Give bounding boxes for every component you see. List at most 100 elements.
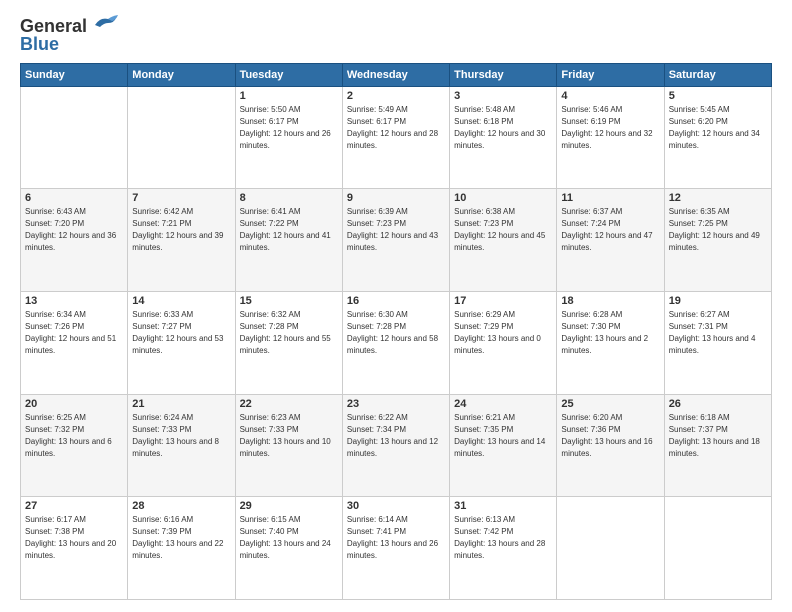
calendar-cell: 20Sunrise: 6:25 AMSunset: 7:32 PMDayligh… (21, 394, 128, 497)
header: General Blue (20, 16, 772, 55)
day-info: Sunrise: 6:34 AMSunset: 7:26 PMDaylight:… (25, 309, 123, 357)
day-info: Sunrise: 5:45 AMSunset: 6:20 PMDaylight:… (669, 104, 767, 152)
day-info: Sunrise: 6:32 AMSunset: 7:28 PMDaylight:… (240, 309, 338, 357)
calendar-cell: 25Sunrise: 6:20 AMSunset: 7:36 PMDayligh… (557, 394, 664, 497)
day-info: Sunrise: 6:43 AMSunset: 7:20 PMDaylight:… (25, 206, 123, 254)
calendar-cell: 21 Sunrise: 6:24 AMSunset: 7:33 PMDayligh… (128, 394, 235, 497)
calendar-cell: 24Sunrise: 6:21 AMSunset: 7:35 PMDayligh… (450, 394, 557, 497)
calendar-cell: 5 Sunrise: 5:45 AMSunset: 6:20 PMDaylight… (664, 86, 771, 189)
calendar-cell: 7 Sunrise: 6:42 AMSunset: 7:21 PMDaylight… (128, 189, 235, 292)
day-number: 29 (240, 500, 338, 512)
day-number: 15 (240, 295, 338, 307)
day-number: 9 (347, 192, 445, 204)
calendar-cell: 29Sunrise: 6:15 AMSunset: 7:40 PMDayligh… (235, 497, 342, 600)
calendar-week-row: 27 Sunrise: 6:17 AMSunset: 7:38 PMDayligh… (21, 497, 772, 600)
day-number: 19 (669, 295, 767, 307)
day-info: Sunrise: 6:29 AMSunset: 7:29 PMDaylight:… (454, 309, 552, 357)
day-number: 31 (454, 500, 552, 512)
day-info: Sunrise: 6:28 AMSunset: 7:30 PMDaylight:… (561, 309, 659, 357)
calendar-cell: 12 Sunrise: 6:35 AMSunset: 7:25 PMDayligh… (664, 189, 771, 292)
calendar-cell: 23 Sunrise: 6:22 AMSunset: 7:34 PMDayligh… (342, 394, 449, 497)
day-number: 13 (25, 295, 123, 307)
day-info: Sunrise: 6:33 AMSunset: 7:27 PMDaylight:… (132, 309, 230, 357)
day-info: Sunrise: 6:22 AMSunset: 7:34 PMDaylight:… (347, 412, 445, 460)
day-info: Sunrise: 6:16 AMSunset: 7:39 PMDaylight:… (132, 514, 230, 562)
calendar-week-row: 20Sunrise: 6:25 AMSunset: 7:32 PMDayligh… (21, 394, 772, 497)
weekday-header: Friday (557, 63, 664, 86)
day-number: 5 (669, 90, 767, 102)
day-info: Sunrise: 6:38 AMSunset: 7:23 PMDaylight:… (454, 206, 552, 254)
calendar-cell: 15 Sunrise: 6:32 AMSunset: 7:28 PMDayligh… (235, 291, 342, 394)
day-number: 7 (132, 192, 230, 204)
day-number: 27 (25, 500, 123, 512)
day-number: 21 (132, 398, 230, 410)
day-number: 14 (132, 295, 230, 307)
calendar-cell: 10 Sunrise: 6:38 AMSunset: 7:23 PMDayligh… (450, 189, 557, 292)
day-number: 28 (132, 500, 230, 512)
day-info: Sunrise: 6:42 AMSunset: 7:21 PMDaylight:… (132, 206, 230, 254)
weekday-header: Sunday (21, 63, 128, 86)
day-info: Sunrise: 6:13 AMSunset: 7:42 PMDaylight:… (454, 514, 552, 562)
day-info: Sunrise: 6:24 AMSunset: 7:33 PMDaylight:… (132, 412, 230, 460)
day-info: Sunrise: 6:30 AMSunset: 7:28 PMDaylight:… (347, 309, 445, 357)
day-number: 10 (454, 192, 552, 204)
day-number: 3 (454, 90, 552, 102)
day-number: 4 (561, 90, 659, 102)
weekday-header: Wednesday (342, 63, 449, 86)
calendar-cell (557, 497, 664, 600)
day-number: 1 (240, 90, 338, 102)
day-number: 17 (454, 295, 552, 307)
calendar-cell: 30 Sunrise: 6:14 AMSunset: 7:41 PMDayligh… (342, 497, 449, 600)
day-number: 12 (669, 192, 767, 204)
day-info: Sunrise: 6:27 AMSunset: 7:31 PMDaylight:… (669, 309, 767, 357)
calendar-cell: 28 Sunrise: 6:16 AMSunset: 7:39 PMDayligh… (128, 497, 235, 600)
logo: General Blue (20, 16, 120, 55)
calendar-cell: 17 Sunrise: 6:29 AMSunset: 7:29 PMDayligh… (450, 291, 557, 394)
day-number: 18 (561, 295, 659, 307)
calendar-cell: 16 Sunrise: 6:30 AMSunset: 7:28 PMDayligh… (342, 291, 449, 394)
day-number: 16 (347, 295, 445, 307)
day-info: Sunrise: 6:39 AMSunset: 7:23 PMDaylight:… (347, 206, 445, 254)
day-info: Sunrise: 6:14 AMSunset: 7:41 PMDaylight:… (347, 514, 445, 562)
day-number: 30 (347, 500, 445, 512)
calendar-cell: 3Sunrise: 5:48 AMSunset: 6:18 PMDaylight… (450, 86, 557, 189)
weekday-header: Thursday (450, 63, 557, 86)
day-info: Sunrise: 6:41 AMSunset: 7:22 PMDaylight:… (240, 206, 338, 254)
day-number: 23 (347, 398, 445, 410)
day-info: Sunrise: 5:50 AMSunset: 6:17 PMDaylight:… (240, 104, 338, 152)
weekday-header: Saturday (664, 63, 771, 86)
day-number: 20 (25, 398, 123, 410)
page: General Blue SundayMondayTuesdayWednesda… (0, 0, 792, 612)
calendar-cell (128, 86, 235, 189)
day-info: Sunrise: 5:46 AMSunset: 6:19 PMDaylight:… (561, 104, 659, 152)
day-info: Sunrise: 6:17 AMSunset: 7:38 PMDaylight:… (25, 514, 123, 562)
calendar-week-row: 1 Sunrise: 5:50 AMSunset: 6:17 PMDaylight… (21, 86, 772, 189)
calendar-cell: 8 Sunrise: 6:41 AMSunset: 7:22 PMDaylight… (235, 189, 342, 292)
day-info: Sunrise: 6:37 AMSunset: 7:24 PMDaylight:… (561, 206, 659, 254)
calendar-cell (664, 497, 771, 600)
calendar-cell: 11 Sunrise: 6:37 AMSunset: 7:24 PMDayligh… (557, 189, 664, 292)
calendar-cell: 14 Sunrise: 6:33 AMSunset: 7:27 PMDayligh… (128, 291, 235, 394)
day-number: 2 (347, 90, 445, 102)
weekday-header: Tuesday (235, 63, 342, 86)
calendar-cell: 6 Sunrise: 6:43 AMSunset: 7:20 PMDaylight… (21, 189, 128, 292)
weekday-header-row: SundayMondayTuesdayWednesdayThursdayFrid… (21, 63, 772, 86)
calendar-table: SundayMondayTuesdayWednesdayThursdayFrid… (20, 63, 772, 600)
calendar-cell: 18 Sunrise: 6:28 AMSunset: 7:30 PMDayligh… (557, 291, 664, 394)
day-number: 6 (25, 192, 123, 204)
calendar-cell: 2Sunrise: 5:49 AMSunset: 6:17 PMDaylight… (342, 86, 449, 189)
weekday-header: Monday (128, 63, 235, 86)
day-info: Sunrise: 6:21 AMSunset: 7:35 PMDaylight:… (454, 412, 552, 460)
day-number: 25 (561, 398, 659, 410)
day-number: 8 (240, 192, 338, 204)
calendar-cell: 31 Sunrise: 6:13 AMSunset: 7:42 PMDayligh… (450, 497, 557, 600)
day-info: Sunrise: 6:35 AMSunset: 7:25 PMDaylight:… (669, 206, 767, 254)
calendar-cell: 27 Sunrise: 6:17 AMSunset: 7:38 PMDayligh… (21, 497, 128, 600)
logo-bird-icon (90, 13, 120, 37)
calendar-week-row: 13 Sunrise: 6:34 AMSunset: 7:26 PMDayligh… (21, 291, 772, 394)
day-number: 11 (561, 192, 659, 204)
calendar-week-row: 6 Sunrise: 6:43 AMSunset: 7:20 PMDaylight… (21, 189, 772, 292)
calendar-cell: 4 Sunrise: 5:46 AMSunset: 6:19 PMDaylight… (557, 86, 664, 189)
calendar-cell: 22Sunrise: 6:23 AMSunset: 7:33 PMDayligh… (235, 394, 342, 497)
calendar-cell: 13 Sunrise: 6:34 AMSunset: 7:26 PMDayligh… (21, 291, 128, 394)
